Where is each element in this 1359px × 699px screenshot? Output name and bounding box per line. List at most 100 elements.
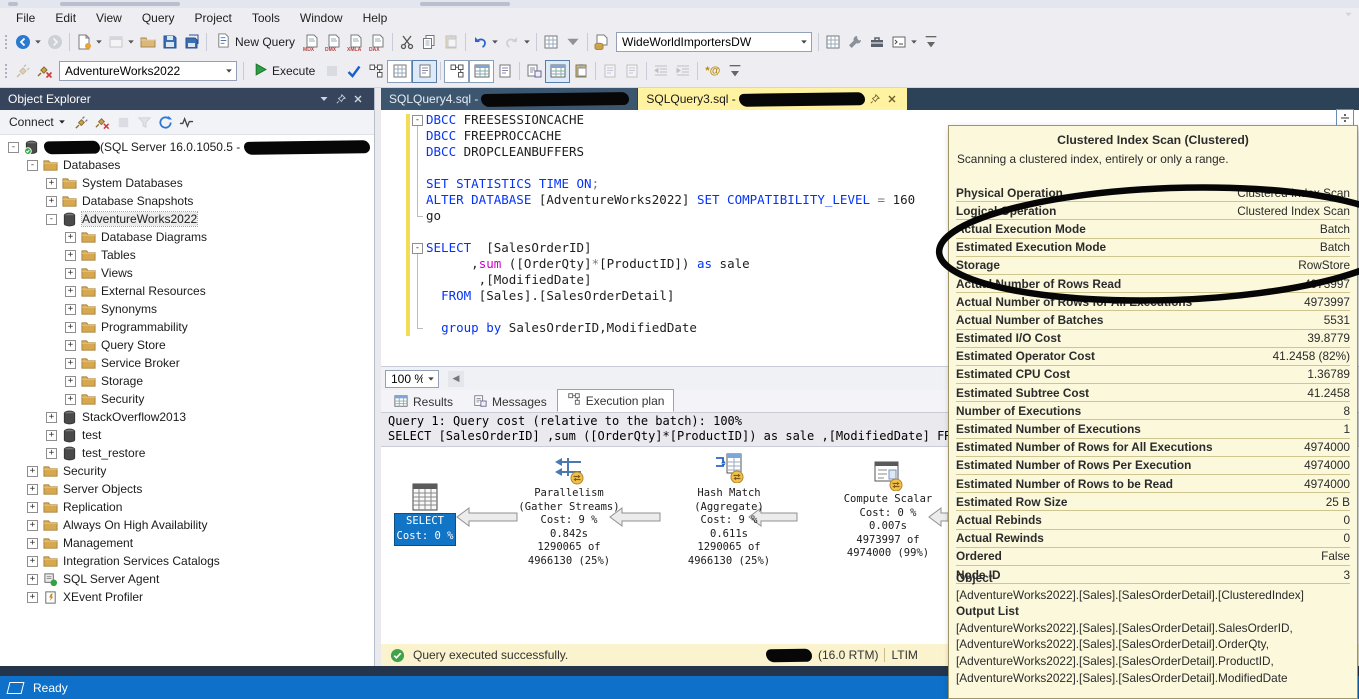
results-to-text-button[interactable] <box>523 60 545 82</box>
copy-button[interactable] <box>418 31 440 53</box>
tree-item-sql-server-agent[interactable]: +SQL Server Agent <box>0 570 374 588</box>
include-actual-plan-button[interactable] <box>412 60 437 83</box>
change-connection-button[interactable] <box>34 60 56 82</box>
script-grid-button[interactable] <box>540 31 562 53</box>
filter-button[interactable] <box>134 112 155 133</box>
expand-icon[interactable]: + <box>27 520 38 531</box>
expand-icon[interactable]: + <box>65 322 76 333</box>
client-stats-button[interactable] <box>469 60 494 83</box>
expand-icon[interactable]: + <box>65 358 76 369</box>
expand-icon[interactable]: + <box>27 502 38 513</box>
add-item-button[interactable] <box>105 31 127 53</box>
tree-item-tables[interactable]: +Tables <box>0 246 374 264</box>
tree-item-views[interactable]: +Views <box>0 264 374 282</box>
chevron-down-icon[interactable] <box>423 371 438 387</box>
expand-icon[interactable]: + <box>65 286 76 297</box>
toolbox-button[interactable] <box>866 31 888 53</box>
tree-item-external-resources[interactable]: +External Resources <box>0 282 374 300</box>
disconnect-button[interactable] <box>71 112 92 133</box>
script-dropdown[interactable] <box>562 31 584 53</box>
table-designer-button[interactable] <box>822 31 844 53</box>
plan-node-parallelism-operator[interactable]: Parallelism(Gather Streams)Cost: 9 %0.84… <box>499 487 639 568</box>
stop-button[interactable] <box>113 112 134 133</box>
tree-item-server-objects[interactable]: +Server Objects <box>0 480 374 498</box>
save-button[interactable] <box>159 31 181 53</box>
estimated-plan-button[interactable] <box>365 60 387 82</box>
redo-button[interactable] <box>501 31 523 53</box>
plan-node-select-operator[interactable]: SELECTCost: 0 % <box>394 513 456 546</box>
expand-icon[interactable]: + <box>65 304 76 315</box>
fold-collapse-icon[interactable]: - <box>412 243 423 254</box>
expand-icon[interactable]: + <box>46 412 57 423</box>
comment-button[interactable] <box>599 60 621 82</box>
expand-icon[interactable]: + <box>65 376 76 387</box>
connect-button[interactable] <box>12 60 34 82</box>
close-icon[interactable] <box>885 94 899 104</box>
back-button-dropdown[interactable] <box>34 38 44 46</box>
fold-collapse-icon[interactable]: - <box>412 115 423 126</box>
properties-window-button[interactable] <box>570 60 592 82</box>
expand-icon[interactable]: + <box>27 592 38 603</box>
available-databases-combo[interactable]: AdventureWorks2022 <box>59 61 237 81</box>
tree-item-service-broker[interactable]: +Service Broker <box>0 354 374 372</box>
collapse-icon[interactable]: - <box>27 160 38 171</box>
new-dax-query-button[interactable]: DAX <box>367 31 389 53</box>
menu-file[interactable]: File <box>6 9 45 27</box>
collapse-icon[interactable]: - <box>46 214 57 225</box>
expand-icon[interactable]: + <box>65 340 76 351</box>
compute-scalar-icon[interactable] <box>872 459 904 491</box>
cut-button[interactable] <box>396 31 418 53</box>
open-file-button[interactable] <box>137 31 159 53</box>
pin-icon[interactable] <box>868 94 882 104</box>
results-tab-execution-plan[interactable]: Execution plan <box>557 389 675 412</box>
uncomment-button[interactable] <box>621 60 643 82</box>
expand-icon[interactable]: + <box>46 178 57 189</box>
menu-window[interactable]: Window <box>290 9 353 27</box>
tree-item-xevent-profiler[interactable]: +XEvent Profiler <box>0 588 374 606</box>
plan-node-compute-scalar-operator[interactable]: Compute ScalarCost: 0 %0.007s4973997 of4… <box>818 493 958 561</box>
sqlcmd-mode-button[interactable]: *@ <box>701 65 724 77</box>
menu-edit[interactable]: Edit <box>45 9 86 27</box>
tree-item-query-store[interactable]: +Query Store <box>0 336 374 354</box>
tree-item-replication[interactable]: +Replication <box>0 498 374 516</box>
document-tab-2[interactable]: SQLQuery3.sql - <box>638 88 906 110</box>
toolbar-options-button[interactable] <box>920 31 942 53</box>
expand-icon[interactable]: + <box>46 430 57 441</box>
expand-icon[interactable]: + <box>46 448 57 459</box>
results-tab-messages[interactable]: Messages <box>463 392 557 412</box>
cancel-query-button[interactable] <box>321 60 343 82</box>
close-icon[interactable] <box>349 94 366 104</box>
expand-icon[interactable]: + <box>27 574 38 585</box>
properties-button[interactable] <box>844 31 866 53</box>
scroll-left-icon[interactable]: ◀ <box>448 371 464 387</box>
expand-icon[interactable]: + <box>46 196 57 207</box>
back-button[interactable] <box>12 31 34 53</box>
expand-icon[interactable]: + <box>65 232 76 243</box>
new-file-button-dropdown[interactable] <box>95 38 105 46</box>
undo-button-dropdown[interactable] <box>491 38 501 46</box>
window-position-icon[interactable] <box>315 94 332 104</box>
tree-item-synonyms[interactable]: +Synonyms <box>0 300 374 318</box>
pin-icon[interactable] <box>332 94 349 104</box>
refresh-button[interactable] <box>155 112 176 133</box>
increase-indent-button[interactable] <box>672 60 694 82</box>
menu-query[interactable]: Query <box>132 9 185 27</box>
new-query-button[interactable]: New Query <box>210 33 301 51</box>
new-xmla-query-button[interactable]: XMLA <box>345 31 367 53</box>
expand-icon[interactable]: + <box>27 466 38 477</box>
select-operator-icon[interactable] <box>409 481 441 513</box>
tree-item-stackoverflow2013[interactable]: +StackOverflow2013 <box>0 408 374 426</box>
immediate-window-button[interactable] <box>888 31 910 53</box>
tree-item-integration-services-catalogs[interactable]: +Integration Services Catalogs <box>0 552 374 570</box>
new-mdx-query-button[interactable]: MDX <box>301 31 323 53</box>
paste-button[interactable] <box>440 31 462 53</box>
redo-button-dropdown[interactable] <box>523 38 533 46</box>
connect-new-button[interactable] <box>92 112 113 133</box>
tree-item-system-databases[interactable]: +System Databases <box>0 174 374 192</box>
tree-item-server[interactable]: -(SQL Server 16.0.1050.5 - <box>0 138 374 156</box>
forward-button[interactable] <box>44 31 66 53</box>
tree-item-storage[interactable]: +Storage <box>0 372 374 390</box>
activity-monitor-button[interactable] <box>176 112 197 133</box>
expand-icon[interactable]: + <box>27 556 38 567</box>
collapse-icon[interactable]: - <box>8 142 19 153</box>
